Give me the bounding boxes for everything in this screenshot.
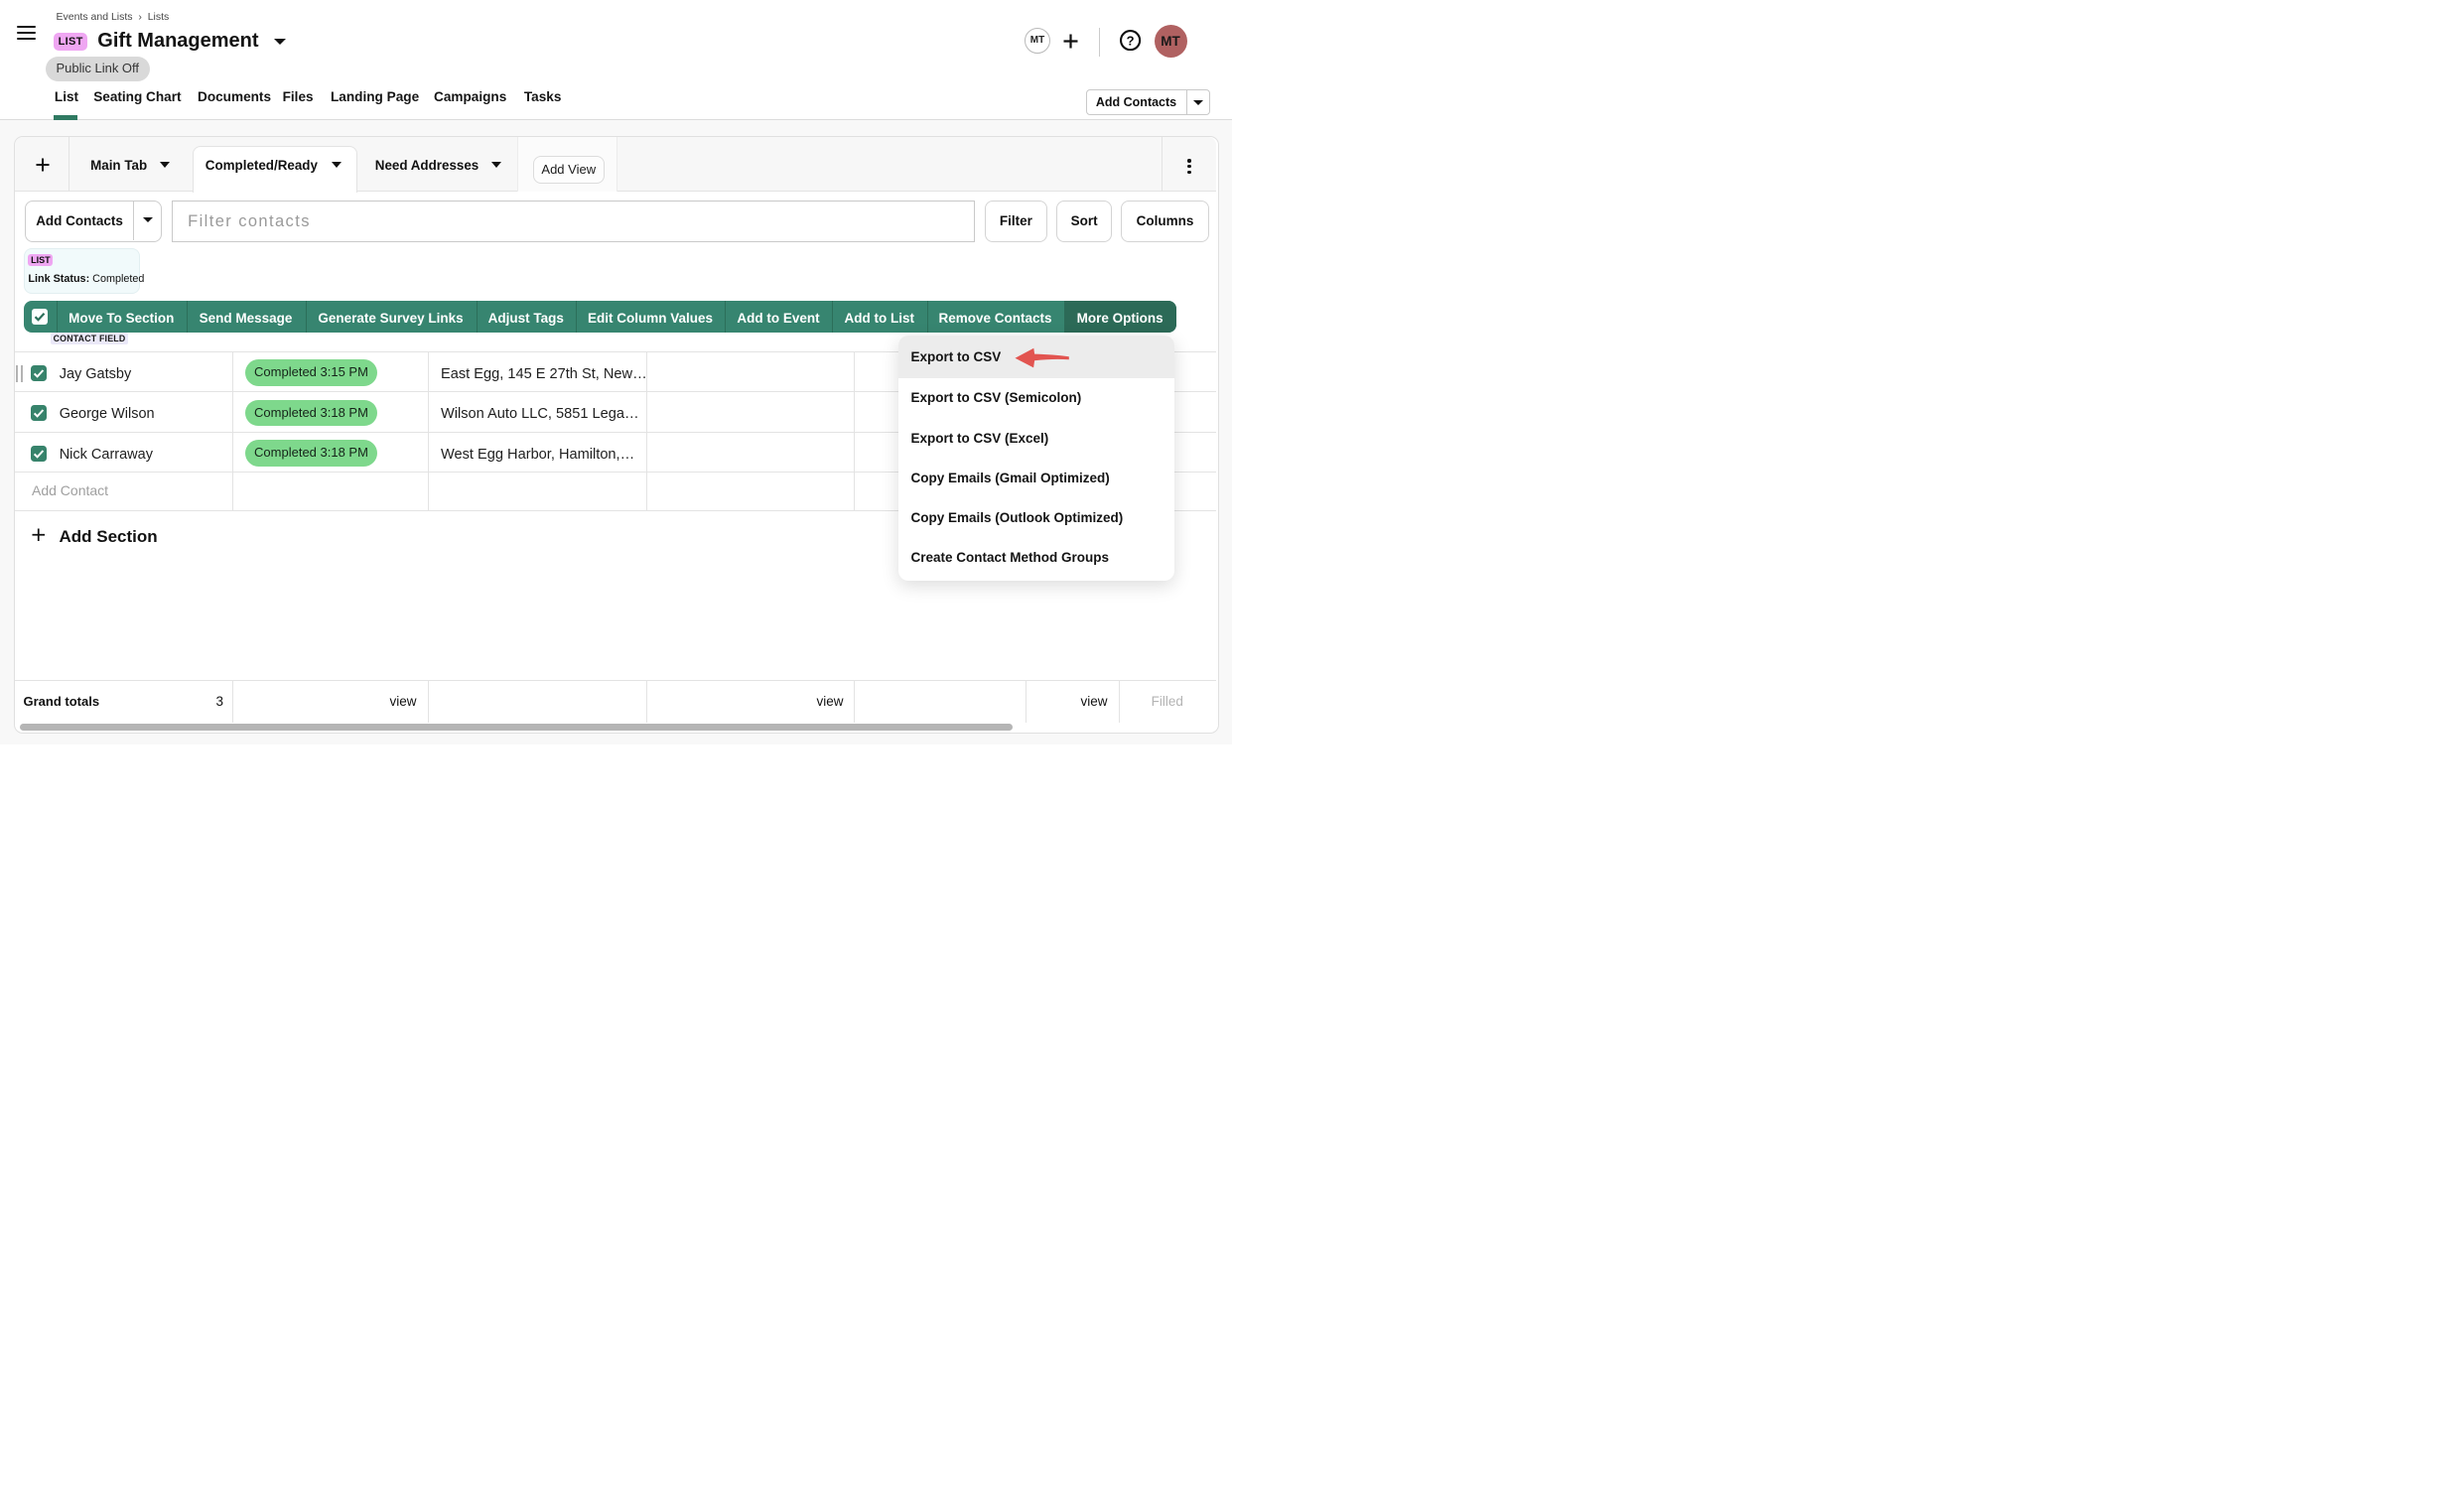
- svg-text:?: ?: [1127, 34, 1135, 49]
